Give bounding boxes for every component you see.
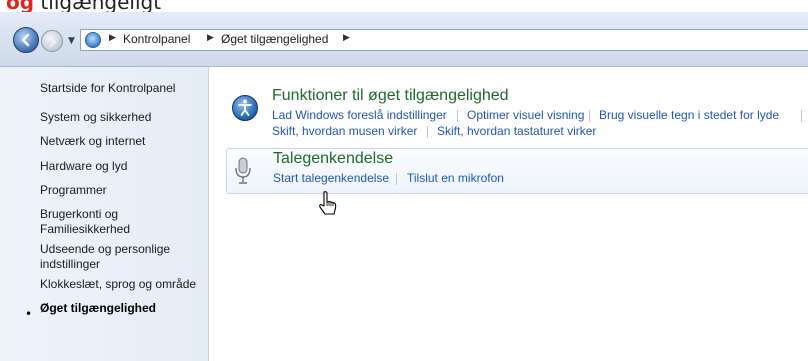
link-divider (457, 110, 458, 122)
link-connect-microphone[interactable]: Tilslut en mikrofon (407, 171, 504, 185)
hand-cursor-icon (319, 191, 337, 215)
top-clipped-text-strip: og tilgængeligt (0, 0, 808, 12)
link-visual-cues[interactable]: Brug visuelle tegn i stedet for lyde (599, 108, 779, 122)
sidebar-item-network[interactable]: Netværk og internet (40, 134, 205, 149)
category-speech-recognition: Talegenkendelse Start talegenkendelse Ti… (226, 148, 808, 194)
sidebar-item-programs[interactable]: Programmer (40, 183, 205, 198)
link-divider (801, 110, 802, 122)
forward-button[interactable] (41, 30, 63, 52)
accessibility-center-icon[interactable] (232, 95, 258, 121)
link-change-mouse[interactable]: Skift, hvordan musen virker (272, 124, 417, 138)
sidebar-item-clock-language[interactable]: Klokkeslæt, sprog og område (40, 277, 205, 292)
forward-arrow-icon (49, 36, 57, 48)
chevron-right-icon[interactable]: ▶ (343, 33, 350, 43)
control-panel-icon (85, 32, 101, 48)
chevron-right-icon[interactable]: ▶ (207, 33, 214, 43)
back-arrow-icon (21, 33, 30, 47)
link-let-windows-suggest[interactable]: Lad Windows foreslå indstillinger (272, 108, 447, 122)
link-optimize-visual[interactable]: Optimer visuel visning (467, 108, 584, 122)
back-button[interactable] (13, 27, 39, 53)
breadcrumb[interactable]: ▶ Kontrolpanel ▶ Øget tilgængelighed ▶ (80, 29, 808, 51)
sidebar-item-startside[interactable]: Startside for Kontrolpanel (40, 81, 205, 96)
clipped-heading-rest: tilgængeligt (40, 0, 162, 12)
link-divider (427, 126, 428, 138)
microphone-icon[interactable] (233, 156, 253, 186)
sidebar-item-hardware[interactable]: Hardware og lyd (40, 159, 205, 174)
clipped-heading: og tilgængeligt (6, 0, 161, 12)
address-bar: ▼ ▶ Kontrolpanel ▶ Øget tilgængelighed ▶ (0, 12, 808, 67)
sidebar-item-system[interactable]: System og sikkerhed (40, 110, 205, 125)
link-start-speech-recognition[interactable]: Start talegenkendelse (273, 171, 389, 185)
clipped-heading-red: og (6, 0, 35, 12)
chevron-right-icon[interactable]: ▶ (109, 33, 116, 43)
breadcrumb-oget-tilgaengelighed[interactable]: Øget tilgængelighed (221, 32, 328, 46)
link-change-keyboard[interactable]: Skift, hvordan tastaturet virker (437, 124, 596, 138)
control-panel-window: ▼ ▶ Kontrolpanel ▶ Øget tilgængelighed ▶… (0, 12, 808, 361)
sidebar-item-ease-of-access[interactable]: Øget tilgængelighed (40, 301, 205, 316)
active-item-bullet: • (25, 307, 33, 321)
category-title-ease-of-access[interactable]: Funktioner til øget tilgængelighed (272, 87, 509, 105)
recent-pages-dropdown-icon[interactable]: ▼ (68, 36, 75, 46)
sidebar-item-appearance[interactable]: Udseende og personlige indstillinger (40, 242, 180, 272)
link-divider (589, 110, 590, 122)
category-title-speech-recognition[interactable]: Talegenkendelse (273, 150, 393, 168)
link-divider (396, 173, 397, 185)
accessibility-glyph (238, 99, 252, 116)
breadcrumb-kontrolpanel[interactable]: Kontrolpanel (123, 32, 190, 46)
sidebar-item-user-accounts[interactable]: Brugerkonti og Familiesikkerhed (40, 207, 150, 237)
category-ease-of-access: Funktioner til øget tilgængelighed Lad W… (226, 87, 808, 144)
